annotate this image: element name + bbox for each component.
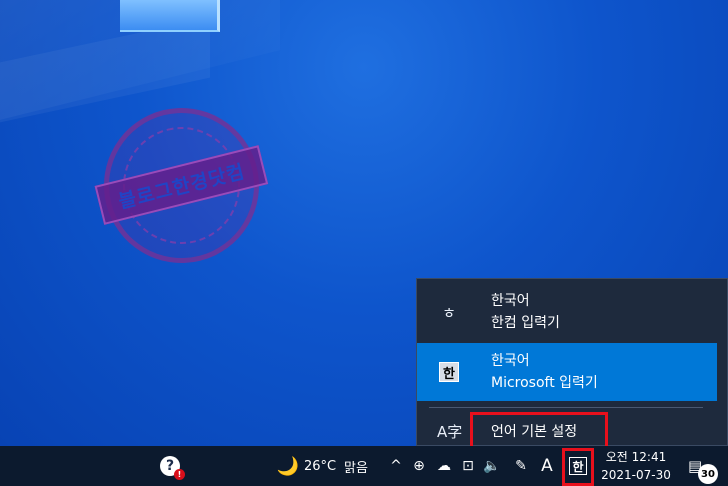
language-preferences-label: 언어 기본 설정	[491, 424, 578, 440]
menu-item-microsoft-ime[interactable]: 한 한국어 Microsoft 입력기	[417, 343, 717, 401]
menu-item-language: 한국어	[491, 293, 530, 309]
ime-mode-button[interactable]: A	[537, 446, 557, 486]
clock-date: 2021-07-30	[601, 468, 671, 482]
help-button[interactable]: ? !	[156, 446, 185, 486]
pen-icon: ✎	[515, 458, 527, 474]
meet-now-button[interactable]: ⊕	[409, 446, 429, 486]
condition-text: 맑음	[344, 460, 368, 476]
wallpaper-window-shape	[120, 0, 220, 32]
meet-now-icon: ⊕	[413, 458, 425, 474]
clock-button[interactable]: 오전 12:41 2021-07-30	[596, 446, 676, 486]
menu-divider	[429, 407, 703, 408]
notification-center-button[interactable]: ▤ 30	[684, 446, 718, 486]
chevron-up-icon: ^	[390, 458, 402, 474]
pen-workspace-button[interactable]: ✎	[510, 446, 532, 486]
ime-mode-indicator: A	[541, 456, 553, 476]
language-preferences-link[interactable]: A字 언어 기본 설정	[417, 415, 717, 447]
help-glyph: ?	[165, 458, 175, 474]
menu-item-ime: 한컴 입력기	[491, 315, 560, 331]
menu-item-text: 한국어 한컴 입력기	[491, 290, 560, 334]
menu-item-language: 한국어	[491, 353, 530, 369]
hangul-ieung-icon: ㅎ	[442, 303, 456, 322]
notification-icon: ▤ 30	[688, 456, 718, 484]
menu-item-text: 한국어 Microsoft 입력기	[491, 350, 598, 394]
ime-language-button[interactable]: 한	[566, 446, 590, 486]
show-hidden-icons-button[interactable]: ^	[386, 446, 406, 486]
volume-icon: 🔈	[483, 458, 501, 474]
weather-temperature[interactable]: 26°C	[304, 446, 344, 486]
menu-item-hancom-ime[interactable]: ㅎ 한국어 한컴 입력기	[417, 283, 717, 341]
han-ime-icon: 한	[439, 362, 459, 382]
notification-count-badge: 30	[698, 464, 718, 484]
taskbar: ? ! 🌙 26°C 맑음 ^ ⊕ ☁ ⊡ 🔈 ✎ A 한 오전 12:41 2…	[0, 446, 728, 486]
temperature-text: 26°C	[304, 458, 337, 474]
alert-badge-icon: !	[174, 469, 185, 480]
network-button[interactable]: ⊡	[457, 446, 479, 486]
han-ime-icon: 한	[569, 457, 587, 475]
language-settings-icon: A字	[437, 423, 463, 441]
network-icon: ⊡	[462, 458, 474, 474]
moon-icon: 🌙	[276, 455, 300, 477]
weather-condition[interactable]: 맑음	[344, 446, 378, 486]
language-flyout: ㅎ 한국어 한컴 입력기 한 한국어 Microsoft 입력기 A字 언어 기…	[416, 278, 728, 446]
onedrive-button[interactable]: ☁	[433, 446, 455, 486]
volume-button[interactable]: 🔈	[481, 446, 503, 486]
cloud-icon: ☁	[437, 458, 451, 474]
watermark-seal: 블로그한경닷컴	[87, 91, 276, 280]
help-icon: ? !	[160, 456, 185, 480]
clock-time: 오전 12:41	[605, 450, 667, 464]
weather-button[interactable]: 🌙	[276, 446, 300, 486]
menu-item-ime: Microsoft 입력기	[491, 375, 598, 391]
